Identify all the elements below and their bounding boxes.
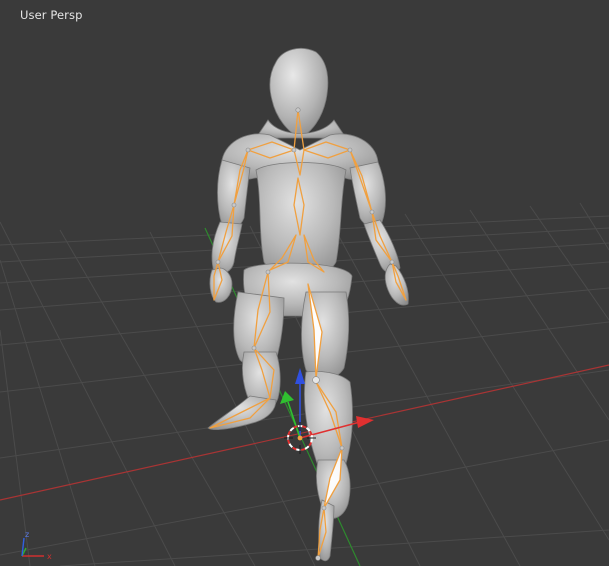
3d-viewport[interactable]: x z User Persp [0, 0, 609, 566]
axis-orientation-icon: x z [21, 530, 52, 561]
view-mode-label: User Persp [20, 8, 83, 22]
axis-x-label: x [47, 552, 52, 561]
viewport-scene[interactable]: x z [0, 0, 609, 566]
axis-z-label: z [25, 530, 29, 539]
